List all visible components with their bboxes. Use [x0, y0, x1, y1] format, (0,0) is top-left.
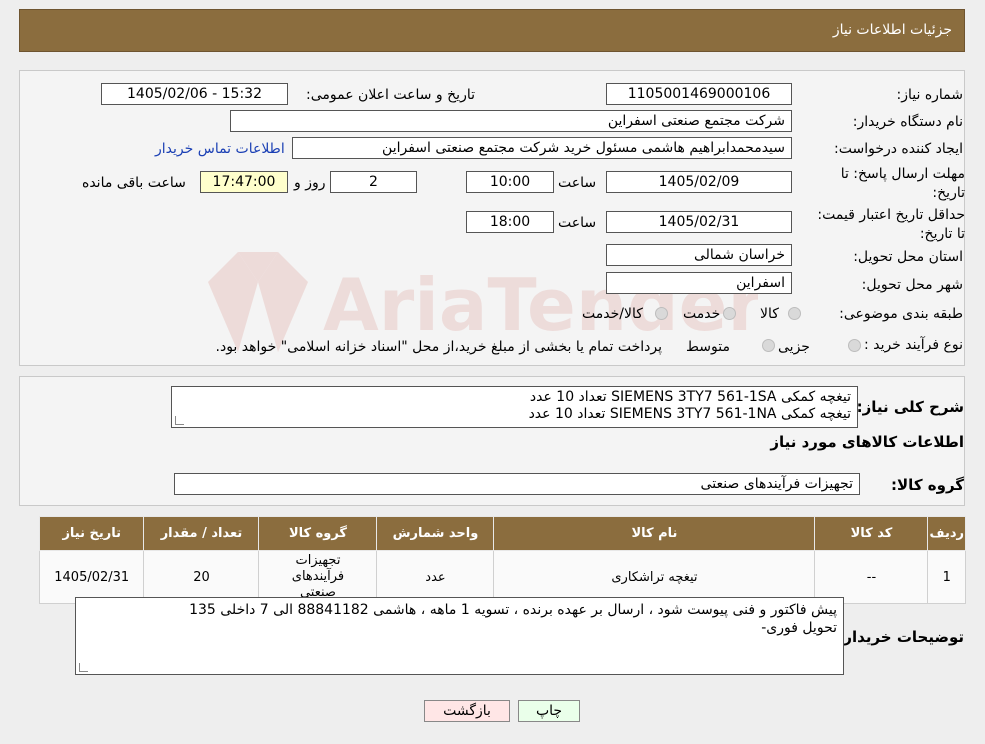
goods-group-field: تجهیزات فرآیندهای صنعتی	[174, 473, 860, 495]
description-label: شرح کلی نیاز:	[856, 398, 964, 416]
reply-time-label: ساعت	[558, 175, 597, 191]
col-qty-header: تعداد / مقدار	[143, 516, 260, 551]
need-number-field: 1105001469000106	[606, 83, 792, 105]
table-row[interactable]: 1 -- تیغچه تراشکاری عدد تجهیزات فرآیندها…	[38, 550, 966, 604]
description-textarea[interactable]: تیغچه کمکی SIEMENS 3TY7 561-1SA تعداد 10…	[171, 386, 858, 428]
announce-label: تاریخ و ساعت اعلان عمومی:	[306, 87, 475, 103]
remaining-time-field: 17:47:00	[200, 171, 288, 193]
remaining-days-field: 2	[330, 171, 417, 193]
buyer-contact-link[interactable]: اطلاعات تماس خریدار	[155, 141, 285, 157]
days-label: روز و	[294, 175, 326, 191]
reply-deadline-label: مهلت ارسال پاسخ: تا تاریخ:	[840, 166, 965, 201]
category-service-label: خدمت	[683, 306, 721, 322]
resize-grip-icon[interactable]	[175, 416, 184, 425]
print-button[interactable]: چاپ	[518, 700, 580, 722]
price-date-field: 1405/02/31	[606, 211, 792, 233]
resize-grip-icon[interactable]	[79, 663, 88, 672]
buyer-org-label: نام دستگاه خریدار:	[852, 114, 963, 130]
price-time-label: ساعت	[558, 215, 597, 231]
col-name-header: نام کالا	[493, 516, 816, 551]
process-minor-label: جزیی	[778, 339, 810, 355]
price-time-field: 18:00	[466, 211, 554, 233]
need-number-label: شماره نیاز:	[896, 87, 964, 103]
reply-time-field: 10:00	[466, 171, 554, 193]
category-goods-label: کالا	[760, 306, 779, 322]
description-line: تیغچه کمکی SIEMENS 3TY7 561-1NA تعداد 10…	[528, 406, 851, 422]
goods-section-title: اطلاعات کالاهای مورد نیاز	[770, 433, 964, 451]
cell-code: --	[814, 550, 929, 604]
cell-date: 1405/02/31	[38, 550, 145, 604]
col-unit-header: واحد شمارش	[376, 516, 495, 551]
buyer-notes-line: پیش فاکتور و فنی پیوست شود ، ارسال بر عه…	[189, 602, 837, 618]
category-goods-radio[interactable]	[788, 307, 801, 320]
back-button[interactable]: بازگشت	[424, 700, 510, 722]
goods-table: ردیف کد کالا نام کالا واحد شمارش گروه کا…	[38, 516, 966, 604]
city-field: اسفراین	[606, 272, 792, 294]
cell-group: تجهیزات فرآیندهای صنعتی	[258, 550, 378, 604]
remaining-label: ساعت باقی مانده	[82, 175, 186, 191]
category-service-radio[interactable]	[723, 307, 736, 320]
cell-row: 1	[927, 550, 966, 604]
buyer-notes-line: تحویل فوری-	[761, 620, 837, 636]
col-code-header: کد کالا	[814, 516, 929, 551]
cell-name: تیغچه تراشکاری	[493, 550, 816, 604]
price-validity-label: حداقل تاریخ اعتبار قیمت: تا تاریخ:	[817, 207, 965, 242]
col-row-header: ردیف	[927, 516, 966, 551]
process-medium-radio[interactable]	[762, 339, 775, 352]
category-label: طبقه بندی موضوعی:	[839, 306, 963, 322]
process-minor-radio[interactable]	[848, 339, 861, 352]
description-line: تیغچه کمکی SIEMENS 3TY7 561-1SA تعداد 10…	[529, 389, 851, 405]
province-label: استان محل تحویل:	[853, 249, 963, 265]
col-date-header: تاریخ نیاز	[38, 516, 145, 551]
city-label: شهر محل تحویل:	[861, 277, 963, 293]
table-header-row: ردیف کد کالا نام کالا واحد شمارش گروه کا…	[38, 516, 966, 551]
announce-field: 1405/02/06 - 15:32	[101, 83, 288, 105]
reply-date-field: 1405/02/09	[606, 171, 792, 193]
page-title: جزئیات اطلاعات نیاز	[832, 22, 952, 38]
province-field: خراسان شمالی	[606, 244, 792, 266]
buyer-notes-label: توضیحات خریدار:	[837, 628, 964, 646]
cell-unit: عدد	[376, 550, 495, 604]
buyer-notes-textarea[interactable]: پیش فاکتور و فنی پیوست شود ، ارسال بر عه…	[75, 597, 844, 675]
category-both-label: کالا/خدمت	[582, 306, 643, 322]
buyer-org-field: شرکت مجتمع صنعتی اسفراین	[230, 110, 792, 132]
col-group-header: گروه کالا	[258, 516, 378, 551]
process-label: نوع فرآیند خرید :	[864, 337, 963, 353]
requester-field: سیدمحمدابراهیم هاشمی مسئول خرید شرکت مجت…	[292, 137, 792, 159]
page-header: جزئیات اطلاعات نیاز	[19, 9, 965, 52]
requester-label: ایجاد کننده درخواست:	[834, 141, 963, 157]
goods-group-label: گروه کالا:	[891, 476, 964, 494]
category-both-radio[interactable]	[655, 307, 668, 320]
process-medium-label: متوسط	[686, 339, 730, 355]
cell-qty: 20	[143, 550, 260, 604]
process-treasury-note: پرداخت تمام یا بخشی از مبلغ خرید،از محل …	[215, 339, 662, 355]
